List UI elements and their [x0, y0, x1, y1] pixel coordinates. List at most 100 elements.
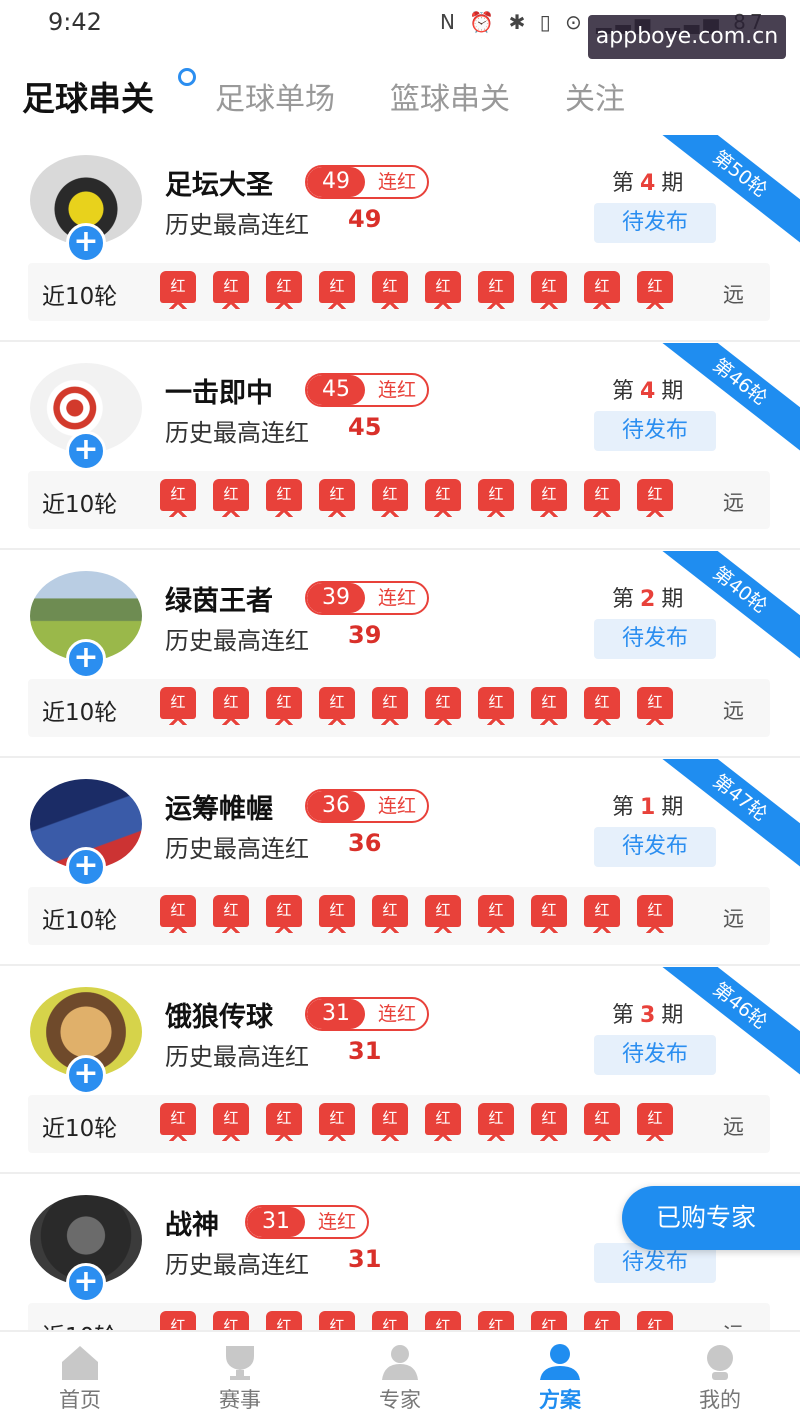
bottom-nav: 首页 赛事 专家 方案 我的	[0, 1330, 800, 1422]
red-result-badge: 红	[582, 687, 622, 727]
expert-card[interactable]: + 运筹帷幄 36 连红 历史最高连红 36 第1期 待发布 第47轮 近10轮…	[0, 759, 800, 966]
recent-rounds-label: 近10轮	[42, 908, 118, 934]
plan-icon	[538, 1342, 582, 1382]
issue-number: 第2期	[612, 587, 684, 612]
follow-plus-button[interactable]: +	[66, 1263, 106, 1303]
streak-label: 连红	[317, 1211, 356, 1233]
red-result-badge: 红	[635, 1103, 675, 1143]
red-result-badge: 红	[529, 895, 569, 935]
recent-rounds-strip: 近10轮 红 红 红 红 红 红 红 红 红 红 远	[28, 263, 770, 321]
issue-number: 第4期	[612, 171, 684, 196]
red-result-badge: 红	[423, 1311, 463, 1330]
tab-football-parlay[interactable]: 足球串关	[22, 72, 154, 120]
nav-label: 方案	[539, 1388, 581, 1412]
nav-item-2[interactable]: 专家	[320, 1332, 480, 1424]
expert-card[interactable]: + 一击即中 45 连红 历史最高连红 45 第4期 待发布 第46轮 近10轮…	[0, 343, 800, 550]
far-label: 远	[723, 283, 744, 307]
status-time: 9:42	[48, 8, 102, 36]
history-value: 36	[348, 829, 382, 857]
expert-card[interactable]: + 饿狼传球 31 连红 历史最高连红 31 第3期 待发布 第46轮 近10轮…	[0, 967, 800, 1174]
recent-rounds-label: 近10轮	[42, 492, 118, 518]
purchased-experts-button[interactable]: 已购专家	[622, 1186, 800, 1250]
streak-label: 连红	[377, 587, 416, 609]
expert-name[interactable]: 运筹帷幄	[165, 787, 273, 826]
red-result-badge: 红	[264, 1311, 304, 1330]
red-result-badge: 红	[582, 479, 622, 519]
far-label: 远	[723, 907, 744, 931]
red-result-badge: 红	[211, 271, 251, 311]
tab-follow[interactable]: 关注	[565, 74, 625, 118]
nav-item-4[interactable]: 我的	[640, 1332, 800, 1424]
tab-football-single[interactable]: 足球单场	[215, 74, 335, 118]
streak-count: 31	[307, 999, 365, 1029]
expert-name[interactable]: 绿茵王者	[165, 579, 273, 618]
red-result-badge: 红	[423, 1103, 463, 1143]
red-result-badge: 红	[370, 1103, 410, 1143]
expert-card[interactable]: + 足坛大圣 49 连红 历史最高连红 49 第4期 待发布 第50轮 近10轮…	[0, 135, 800, 342]
recent-rounds-icons: 红 红 红 红 红 红 红 红 红 红	[158, 895, 698, 939]
far-label: 远	[723, 1115, 744, 1139]
streak-label: 连红	[377, 1003, 416, 1025]
red-result-badge: 红	[158, 687, 198, 727]
follow-plus-button[interactable]: +	[66, 639, 106, 679]
follow-plus-button[interactable]: +	[66, 223, 106, 263]
red-result-badge: 红	[211, 479, 251, 519]
red-result-badge: 红	[529, 1103, 569, 1143]
far-label: 远	[723, 699, 744, 723]
expert-name[interactable]: 饿狼传球	[165, 995, 273, 1034]
red-result-badge: 红	[529, 479, 569, 519]
history-label: 历史最高连红	[165, 1251, 309, 1279]
red-result-badge: 红	[370, 687, 410, 727]
nav-label: 首页	[59, 1388, 101, 1412]
issue-number: 第1期	[612, 795, 684, 820]
nav-label: 我的	[699, 1388, 741, 1412]
red-result-badge: 红	[635, 1311, 675, 1330]
recent-rounds-icons: 红 红 红 红 红 红 红 红 红 红	[158, 479, 698, 523]
expert-name[interactable]: 一击即中	[165, 371, 273, 410]
tab-basketball-parlay[interactable]: 篮球串关	[390, 74, 510, 118]
red-result-badge: 红	[211, 1103, 251, 1143]
status-pending-button[interactable]: 待发布	[594, 1035, 716, 1075]
expert-name[interactable]: 战神	[165, 1203, 219, 1242]
red-result-badge: 红	[211, 895, 251, 935]
red-result-badge: 红	[529, 687, 569, 727]
nav-label: 专家	[379, 1388, 421, 1412]
red-result-badge: 红	[264, 479, 304, 519]
history-value: 31	[348, 1037, 382, 1065]
status-pending-button[interactable]: 待发布	[594, 827, 716, 867]
streak-badge: 36 连红	[305, 789, 429, 823]
red-result-badge: 红	[264, 1103, 304, 1143]
streak-badge: 39 连红	[305, 581, 429, 615]
expert-name[interactable]: 足坛大圣	[165, 163, 273, 202]
follow-plus-button[interactable]: +	[66, 1055, 106, 1095]
red-result-badge: 红	[582, 1311, 622, 1330]
nav-item-0[interactable]: 首页	[0, 1332, 160, 1424]
red-result-badge: 红	[476, 1103, 516, 1143]
streak-count: 49	[307, 167, 365, 197]
red-result-badge: 红	[476, 479, 516, 519]
red-result-badge: 红	[423, 687, 463, 727]
follow-plus-button[interactable]: +	[66, 847, 106, 887]
red-result-badge: 红	[370, 479, 410, 519]
streak-badge: 45 连红	[305, 373, 429, 407]
expert-card[interactable]: + 绿茵王者 39 连红 历史最高连红 39 第2期 待发布 第40轮 近10轮…	[0, 551, 800, 758]
recent-rounds-icons: 红 红 红 红 红 红 红 红 红 红	[158, 271, 698, 315]
follow-plus-button[interactable]: +	[66, 431, 106, 471]
status-pending-button[interactable]: 待发布	[594, 411, 716, 451]
history-value: 45	[348, 413, 382, 441]
recent-rounds-icons: 红 红 红 红 红 红 红 红 红 红	[158, 1311, 698, 1330]
red-result-badge: 红	[582, 1103, 622, 1143]
recent-rounds-strip: 近10轮 红 红 红 红 红 红 红 红 红 红 远	[28, 1303, 770, 1330]
nav-item-1[interactable]: 赛事	[160, 1332, 320, 1424]
red-result-badge: 红	[211, 687, 251, 727]
nav-item-3[interactable]: 方案	[480, 1332, 640, 1424]
watermark: appboye.com.cn	[588, 15, 786, 59]
streak-badge: 49 连红	[305, 165, 429, 199]
red-result-badge: 红	[158, 895, 198, 935]
recent-rounds-strip: 近10轮 红 红 红 红 红 红 红 红 红 红 远	[28, 679, 770, 737]
red-result-badge: 红	[476, 687, 516, 727]
red-result-badge: 红	[635, 479, 675, 519]
history-value: 39	[348, 621, 382, 649]
status-pending-button[interactable]: 待发布	[594, 619, 716, 659]
status-pending-button[interactable]: 待发布	[594, 203, 716, 243]
